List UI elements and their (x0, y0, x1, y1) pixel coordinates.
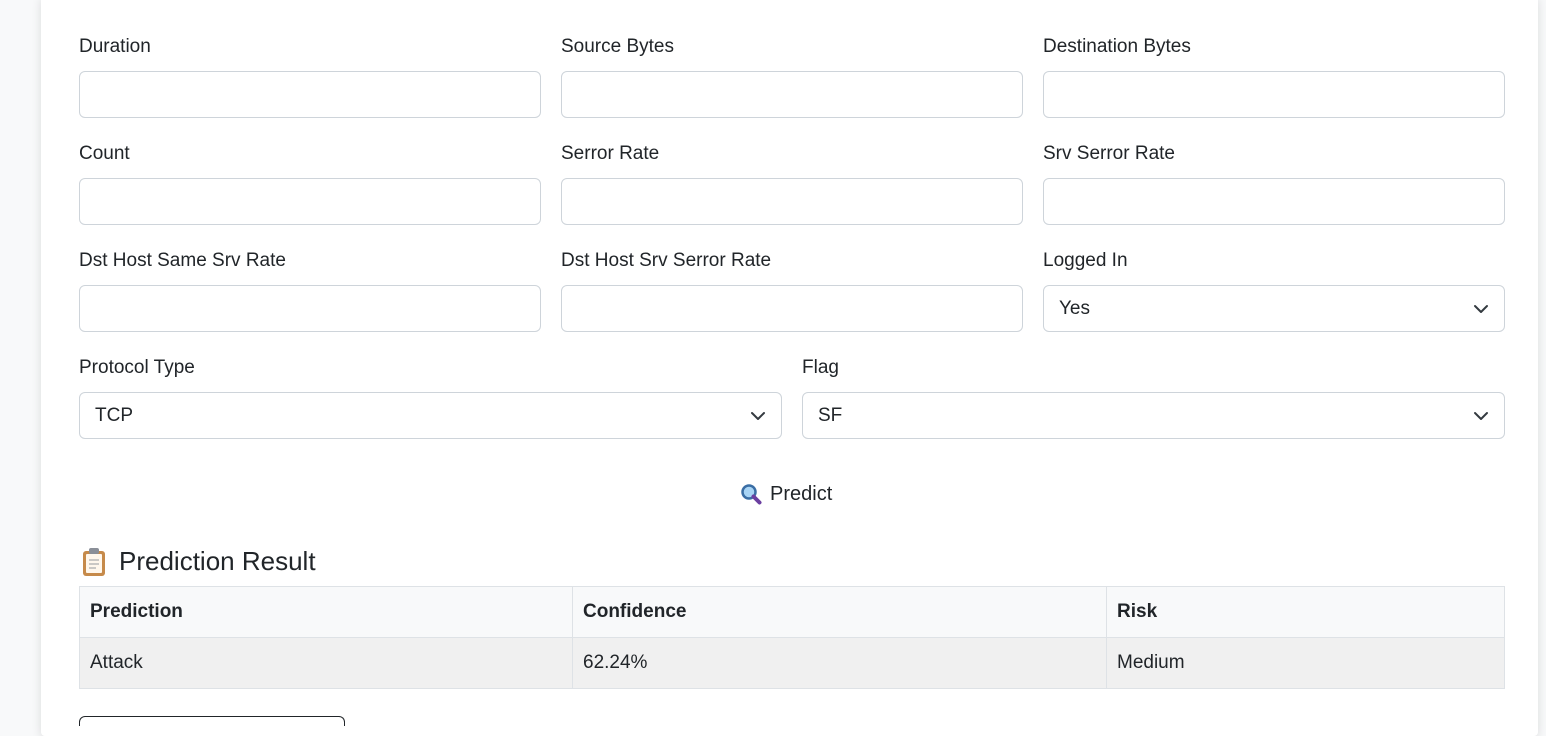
source-bytes-label: Source Bytes (561, 36, 674, 57)
clipboard-icon (83, 547, 105, 576)
form-row-2: Count Serror Rate Srv Serror Rate (79, 142, 1505, 225)
protocol-type-selected-value: TCP (95, 404, 133, 426)
dst-host-srv-serror-rate-label: Dst Host Srv Serror Rate (561, 250, 772, 271)
duration-input[interactable] (79, 71, 541, 118)
result-title: Prediction Result (119, 546, 316, 576)
form-row-4: Protocol Type TCP Flag SF (79, 356, 1505, 439)
flag-field: Flag SF (802, 356, 1505, 439)
partial-button-edge[interactable] (79, 716, 345, 726)
flag-selected-value: SF (818, 404, 843, 426)
predict-button[interactable]: Predict (740, 475, 846, 513)
magnifier-icon (741, 484, 762, 505)
duration-field: Duration (79, 35, 541, 118)
result-heading: Prediction Result (81, 546, 316, 577)
chevron-down-icon (1474, 304, 1488, 313)
dst-host-same-srv-rate-label: Dst Host Same Srv Rate (79, 250, 286, 271)
protocol-type-label: Protocol Type (79, 357, 195, 378)
srv-serror-rate-field: Srv Serror Rate (1043, 142, 1505, 225)
source-bytes-input[interactable] (561, 71, 1023, 118)
logged-in-select[interactable]: Yes (1043, 285, 1505, 332)
srv-serror-rate-label: Srv Serror Rate (1043, 143, 1175, 164)
protocol-type-select[interactable]: TCP (79, 392, 782, 439)
serror-rate-input[interactable] (561, 178, 1023, 225)
prediction-cell: Attack (79, 637, 573, 689)
protocol-type-field: Protocol Type TCP (79, 356, 782, 439)
count-field: Count (79, 142, 541, 225)
logged-in-field: Logged In Yes (1043, 249, 1505, 332)
table-header-row: Prediction Confidence Risk (79, 586, 1505, 638)
duration-label: Duration (79, 36, 151, 57)
logged-in-label: Logged In (1043, 250, 1128, 271)
dst-host-srv-serror-rate-input[interactable] (561, 285, 1023, 332)
source-bytes-field: Source Bytes (561, 35, 1023, 118)
flag-label: Flag (802, 357, 839, 378)
form-row-1: Duration Source Bytes Destination Bytes (79, 35, 1505, 118)
column-header-prediction: Prediction (79, 586, 573, 638)
flag-select[interactable]: SF (802, 392, 1505, 439)
result-table: Prediction Confidence Risk Attack 62.24%… (79, 586, 1505, 689)
risk-cell: Medium (1106, 637, 1505, 689)
dst-host-same-srv-rate-field: Dst Host Same Srv Rate (79, 249, 541, 332)
chevron-down-icon (751, 411, 765, 420)
count-label: Count (79, 143, 130, 164)
destination-bytes-label: Destination Bytes (1043, 36, 1191, 57)
srv-serror-rate-input[interactable] (1043, 178, 1505, 225)
confidence-cell: 62.24% (572, 637, 1107, 689)
serror-rate-field: Serror Rate (561, 142, 1023, 225)
destination-bytes-input[interactable] (1043, 71, 1505, 118)
form-row-3: Dst Host Same Srv Rate Dst Host Srv Serr… (79, 249, 1505, 332)
serror-rate-label: Serror Rate (561, 143, 660, 164)
chevron-down-icon (1474, 411, 1488, 420)
table-row: Attack 62.24% Medium (79, 637, 1505, 689)
column-header-confidence: Confidence (572, 586, 1107, 638)
column-header-risk: Risk (1106, 586, 1505, 638)
logged-in-selected-value: Yes (1059, 297, 1090, 319)
dst-host-same-srv-rate-input[interactable] (79, 285, 541, 332)
predict-button-label: Predict (770, 482, 833, 505)
count-input[interactable] (79, 178, 541, 225)
destination-bytes-field: Destination Bytes (1043, 35, 1505, 118)
dst-host-srv-serror-rate-field: Dst Host Srv Serror Rate (561, 249, 1023, 332)
